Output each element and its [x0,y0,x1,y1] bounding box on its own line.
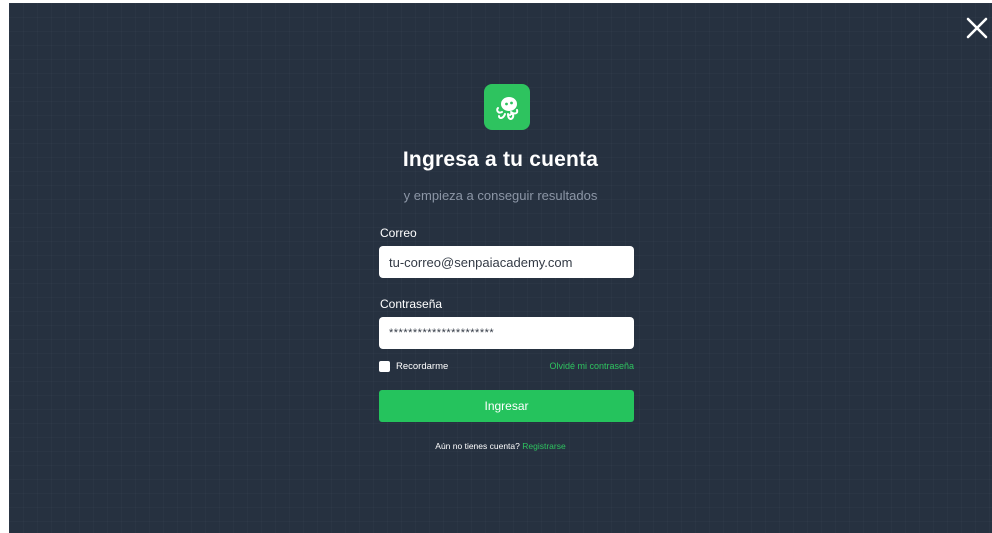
email-label: Correo [380,226,417,240]
remember-checkbox[interactable] [379,361,390,372]
remember-me-toggle[interactable]: Recordarme [379,361,448,372]
octopus-logo-icon [484,84,530,130]
signup-row: Aún no tienes cuenta? Registrarse [9,441,992,451]
signup-link[interactable]: Registrarse [522,441,565,451]
password-label: Contraseña [380,297,443,311]
page-title: Ingresa a tu cuenta [402,148,599,171]
signup-prompt: Aún no tienes cuenta? [435,441,523,451]
close-icon[interactable] [964,15,990,41]
page-subtitle: y empieza a conseguir resultados [403,188,598,203]
login-modal: Ingresa a tu cuenta y empieza a consegui… [9,3,992,533]
remember-label: Recordarme [396,361,449,372]
octopus-glyph [496,97,519,120]
login-button[interactable]: Ingresar [379,390,634,422]
forgot-password-link[interactable]: Olvidé mi contraseña [549,361,634,371]
password-field[interactable] [379,317,634,349]
email-field[interactable] [379,246,634,278]
